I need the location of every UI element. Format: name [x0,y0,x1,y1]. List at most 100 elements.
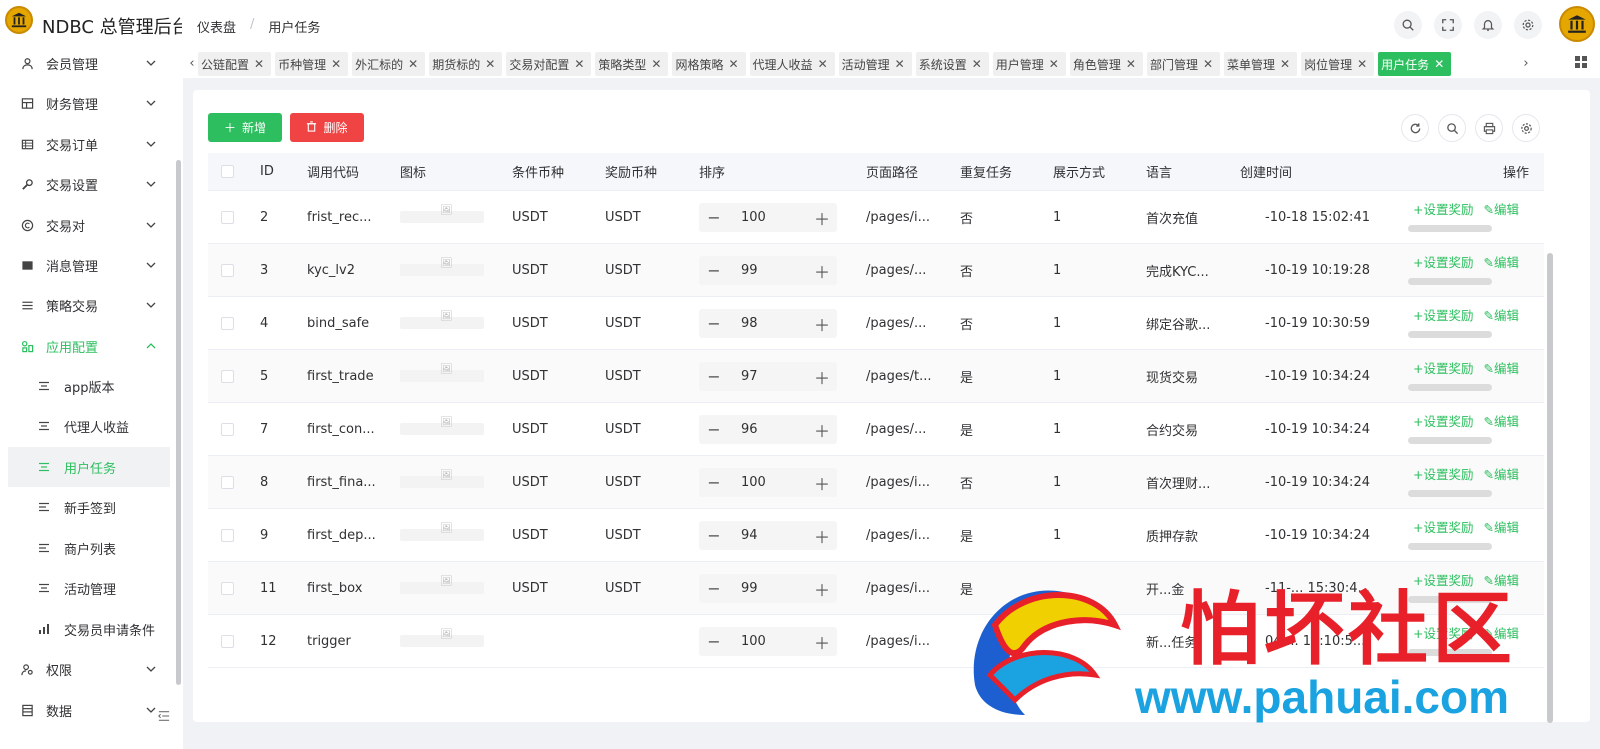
tab-11[interactable]: 角色管理 ✕ [1069,52,1143,76]
edit-link[interactable]: ✎编辑 [1483,199,1518,218]
edit-link[interactable]: ✎编辑 [1483,411,1518,430]
sidebar-subitem-activities[interactable]: 活动管理 [8,568,170,608]
plus-icon[interactable]: ＋ [807,471,837,495]
sidebar-item-orders[interactable]: 交易订单 [8,124,170,164]
row-checkbox[interactable] [221,297,234,349]
table-row[interactable]: 2 frist_rec... USDT USDT/pages/i... 否 1 首次充值 -1… [208,191,1544,244]
sort-value[interactable]: 99 [729,263,807,278]
tab-4[interactable]: 交易对配置 ✕ [506,52,592,76]
tab-5[interactable]: 策略类型 ✕ [595,52,669,76]
plus-icon[interactable]: ＋ [807,577,837,601]
table-row[interactable]: 8 first_fina... USDT USDT/pages/i... 否 1 首次理财.… [208,456,1544,509]
tab-10[interactable]: 用户管理 ✕ [992,52,1066,76]
sidebar-item-member[interactable]: 会员管理 [8,43,170,83]
plus-icon[interactable]: ＋ [807,206,837,230]
sidebar-subitem-user-tasks[interactable]: 用户任务 [8,447,170,487]
minus-icon[interactable]: − [699,314,729,333]
sort-stepper[interactable]: −97 ＋ [699,362,837,391]
set-reward-link[interactable]: +设置奖励 [1413,252,1473,271]
sort-stepper[interactable]: −99 ＋ [699,574,837,603]
tab-9[interactable]: 系统设置 ✕ [915,52,989,76]
edit-link[interactable]: ✎编辑 [1483,517,1518,536]
plus-icon[interactable]: ＋ [807,365,837,389]
sidebar-item-pairs[interactable]: 交易对 [8,205,170,245]
tab-12[interactable]: 部门管理 ✕ [1146,52,1221,76]
sidebar-subitem-agent-income[interactable]: 代理人收益 [8,406,170,446]
print-icon[interactable] [1475,114,1503,142]
row-checkbox[interactable] [221,509,234,561]
tags-scroll-right-icon[interactable]: › [1519,54,1533,72]
close-icon[interactable]: ✕ [485,57,495,71]
close-icon[interactable]: ✕ [574,57,584,71]
close-icon[interactable]: ✕ [254,57,264,71]
set-reward-link[interactable]: +设置奖励 [1413,411,1473,430]
tags-scroll-left-icon[interactable]: ‹ [185,54,199,72]
row-checkbox[interactable] [221,350,234,402]
row-checkbox[interactable] [221,403,234,455]
close-icon[interactable]: ✕ [728,57,738,71]
close-icon[interactable]: ✕ [895,57,905,71]
sidebar-item-messages[interactable]: 消息管理 [8,245,170,285]
sort-stepper[interactable]: −100 ＋ [699,627,837,656]
tab-6[interactable]: 网格策略 ✕ [672,52,746,76]
sort-stepper[interactable]: −98 ＋ [699,309,837,338]
close-icon[interactable]: ✕ [651,57,661,71]
breadcrumb-home[interactable]: 仪表盘 [197,17,236,36]
sort-stepper[interactable]: −99 ＋ [699,256,837,285]
sort-stepper[interactable]: −100 ＋ [699,468,837,497]
fullscreen-icon[interactable] [1434,11,1462,39]
minus-icon[interactable]: − [699,367,729,386]
minus-icon[interactable]: − [699,473,729,492]
row-checkbox[interactable] [221,191,234,243]
select-all-checkbox[interactable] [221,153,234,190]
minus-icon[interactable]: − [699,208,729,227]
minus-icon[interactable]: − [699,261,729,280]
plus-icon[interactable]: ＋ [807,312,837,336]
sort-value[interactable]: 100 [729,210,807,225]
tab-15[interactable]: 用户任务 ✕ [1378,52,1452,76]
tab-3[interactable]: 期货标的 ✕ [429,52,503,76]
set-reward-link[interactable]: +设置奖励 [1413,305,1473,324]
tab-13[interactable]: 菜单管理 ✕ [1224,52,1298,76]
close-icon[interactable]: ✕ [1357,57,1367,71]
sort-value[interactable]: 99 [729,581,807,596]
column-settings-icon[interactable] [1512,114,1540,142]
tab-7[interactable]: 代理人收益 ✕ [749,52,835,76]
sort-stepper[interactable]: −100 ＋ [699,203,837,232]
tab-0[interactable]: 公链配置 ✕ [198,52,272,76]
close-icon[interactable]: ✕ [1434,57,1444,71]
gear-icon[interactable] [1514,11,1542,39]
table-row[interactable]: 3 kyc_lv2 USDT USDT/pages/... 否 1 完成KYC... -10-… [208,244,1544,297]
plus-icon[interactable]: ＋ [807,259,837,283]
row-checkbox[interactable] [221,562,234,614]
edit-link[interactable]: ✎编辑 [1483,305,1518,324]
minus-icon[interactable]: − [699,632,729,651]
close-icon[interactable]: ✕ [1126,57,1136,71]
sidebar-subitem-merchants[interactable]: 商户列表 [8,528,170,568]
table-row[interactable]: 4 bind_safe USDT USDT/pages/... 否 1 绑定谷歌... -10… [208,297,1544,350]
tab-14[interactable]: 岗位管理 ✕ [1301,52,1375,76]
row-checkbox[interactable] [221,615,234,667]
sidebar-subitem-trader-conditions[interactable]: 交易员申请条件 [8,609,170,649]
sidebar-item-data[interactable]: 数据 [8,690,170,730]
close-icon[interactable]: ✕ [331,57,341,71]
sidebar-item-strategy[interactable]: 策略交易 [8,285,170,325]
plus-icon[interactable]: ＋ [807,524,837,548]
grid-icon[interactable] [1574,55,1588,69]
close-icon[interactable]: ✕ [408,57,418,71]
sidebar-subitem-checkin[interactable]: 新手签到 [8,487,170,527]
collapse-sidebar-icon[interactable] [157,710,173,724]
search-icon[interactable] [1394,11,1422,39]
close-icon[interactable]: ✕ [972,57,982,71]
user-avatar[interactable] [1559,6,1595,42]
close-icon[interactable]: ✕ [1280,57,1290,71]
minus-icon[interactable]: − [699,420,729,439]
refresh-icon[interactable] [1401,114,1429,142]
sidebar-item-trade-settings[interactable]: 交易设置 [8,164,170,204]
table-row[interactable]: 7 first_con... USDT USDT/pages/... 是 1 合约交易 -10… [208,403,1544,456]
tab-8[interactable]: 活动管理 ✕ [838,52,912,76]
sort-value[interactable]: 100 [729,634,807,649]
sidebar-subitem-app-version[interactable]: app版本 [8,366,170,406]
sort-value[interactable]: 94 [729,528,807,543]
sidebar-scrollbar[interactable] [176,160,181,685]
